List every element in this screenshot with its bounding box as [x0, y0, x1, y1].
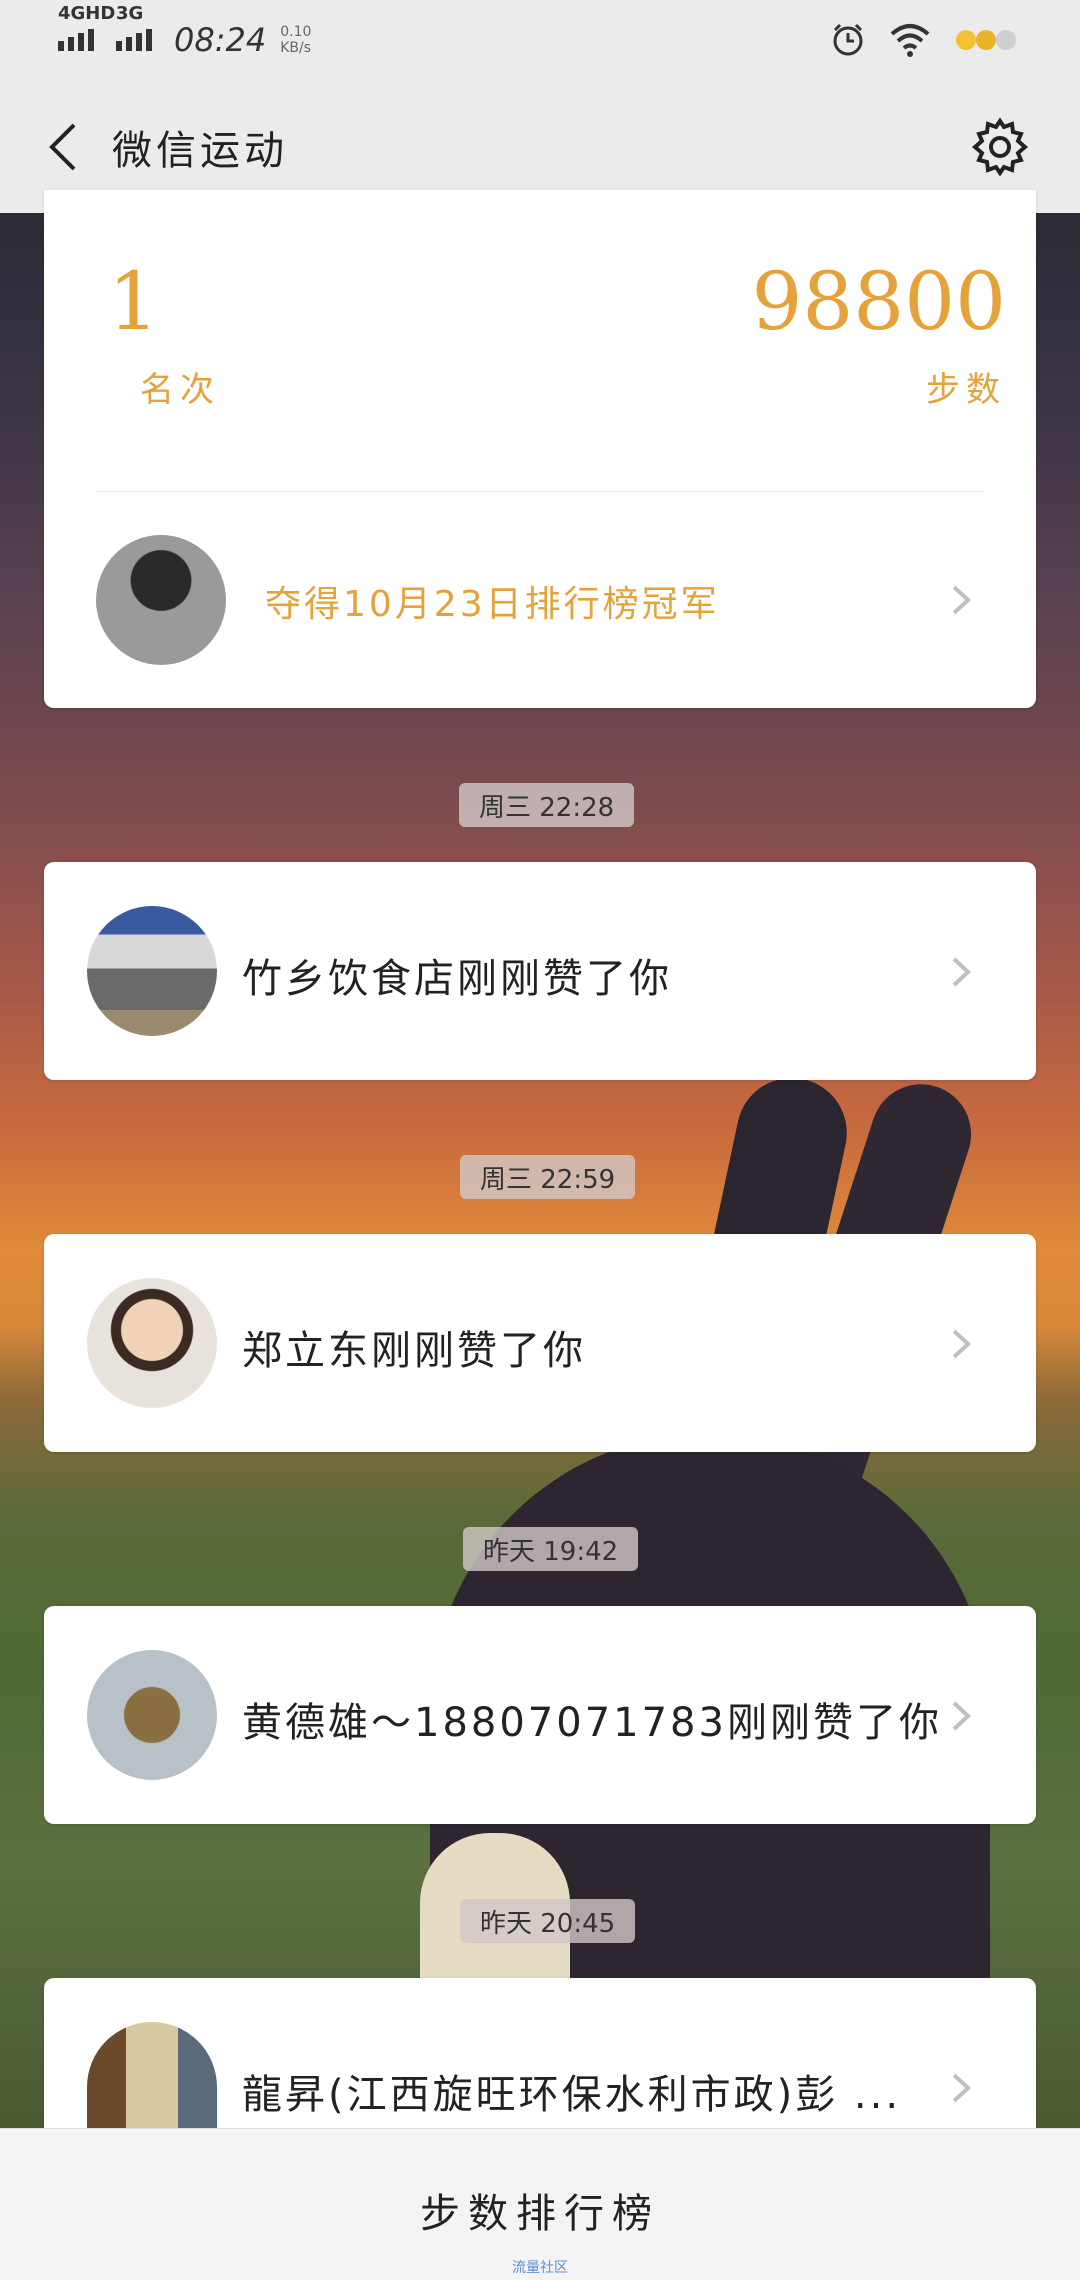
settings-button[interactable]	[968, 115, 1032, 179]
alarm-icon	[833, 23, 863, 56]
champion-link[interactable]: 夺得10月23日排行榜冠军	[265, 575, 720, 627]
avatar[interactable]	[87, 1278, 217, 1408]
chevron-left-icon	[49, 123, 76, 170]
network-type-1: 4GHD	[58, 3, 116, 24]
network-type-2: 3G	[116, 3, 144, 24]
chevron-right-icon	[952, 957, 971, 987]
avatar[interactable]	[87, 1650, 217, 1780]
watermark: 流量社区	[512, 2260, 568, 2276]
signal-3g-icon: 3G	[116, 3, 152, 51]
step-leaderboard-button[interactable]: 步数排行榜	[0, 2181, 1080, 2239]
timestamp-chip: 周三 22:28	[459, 783, 635, 827]
steps-value: 98800	[751, 255, 1007, 348]
timestamp-chip: 昨天 19:42	[463, 1527, 639, 1571]
status-bar: 4GHD 3G 08:24 0.10 KB/s	[0, 0, 1080, 80]
rank-label: 名次	[140, 370, 220, 410]
bottom-bar: 步数排行榜 流量社区	[0, 2128, 1080, 2280]
notification-text: 竹乡饮食店刚刚赞了你	[242, 956, 672, 1002]
notification-text: 黄德雄～18807071783刚刚赞了你	[242, 1700, 942, 1746]
wifi-icon	[890, 24, 930, 57]
divider	[96, 491, 984, 492]
speed-value: 0.10	[280, 24, 312, 40]
page-title: 微信运动	[112, 127, 288, 174]
steps-label: 步数	[926, 370, 1006, 410]
chevron-right-icon	[952, 2073, 971, 2103]
status-time: 08:24	[174, 21, 267, 59]
notification-text: 郑立东刚刚赞了你	[242, 1328, 586, 1374]
chevron-right-icon[interactable]	[944, 583, 978, 617]
rank-value: 1	[108, 255, 159, 348]
timestamp-chip: 周三 22:59	[460, 1155, 636, 1199]
timestamp-chip: 昨天 20:45	[460, 1899, 636, 1943]
notification-text: 龍昇(江西旋旺环保水利市政)彭 ...	[242, 2072, 902, 2118]
avatar[interactable]	[96, 535, 226, 665]
network-speed: 0.10 KB/s	[280, 24, 311, 56]
battery-icon	[956, 30, 1016, 50]
avatar[interactable]	[87, 906, 217, 1036]
gear-icon	[971, 116, 1029, 177]
speed-unit: KB/s	[280, 40, 312, 56]
signal-4g-icon: 4GHD	[58, 3, 115, 51]
chevron-right-icon	[952, 1329, 971, 1359]
chevron-right-icon	[952, 1701, 971, 1731]
